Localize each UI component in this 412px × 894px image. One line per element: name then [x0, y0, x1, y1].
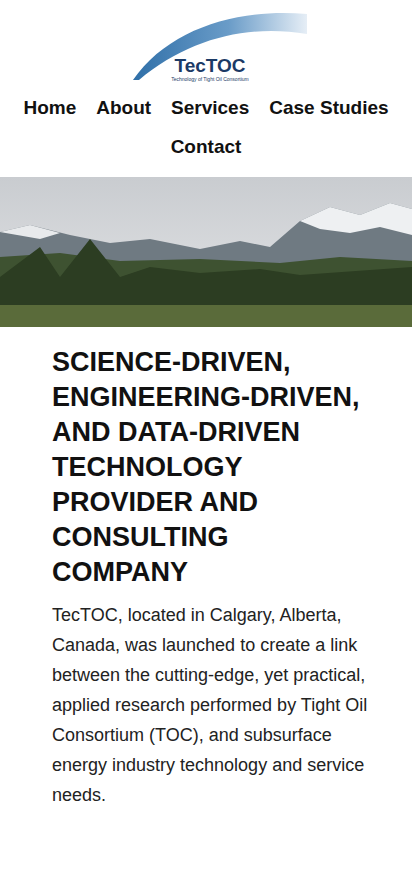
nav-link[interactable]: About	[96, 96, 151, 120]
logo-name: TecTOC	[174, 56, 245, 76]
nav-link[interactable]: Contact	[171, 135, 242, 159]
main-nav: Home About Services Case Studies Contact	[0, 96, 412, 159]
logo-tagline: Technology of Tight Oil Consortium	[171, 76, 249, 82]
nav-link[interactable]: Home	[23, 96, 76, 120]
nav-link[interactable]: Case Studies	[269, 96, 388, 120]
hero-image	[0, 177, 412, 327]
page: TecTOCTechnology of Tight Oil Consortium…	[0, 0, 412, 894]
logo[interactable]: TecTOCTechnology of Tight Oil Consortium	[129, 8, 309, 82]
intro-paragraph: TecTOC, located in Calgary, Alberta, Can…	[52, 600, 368, 810]
main-content: SCIENCE-DRIVEN, ENGINEERING-DRIVEN, AND …	[0, 327, 412, 830]
landscape-icon	[0, 177, 412, 327]
site-header: TecTOCTechnology of Tight Oil Consortium…	[0, 0, 412, 177]
page-heading: SCIENCE-DRIVEN, ENGINEERING-DRIVEN, AND …	[52, 345, 368, 590]
nav-link[interactable]: Services	[171, 96, 249, 120]
